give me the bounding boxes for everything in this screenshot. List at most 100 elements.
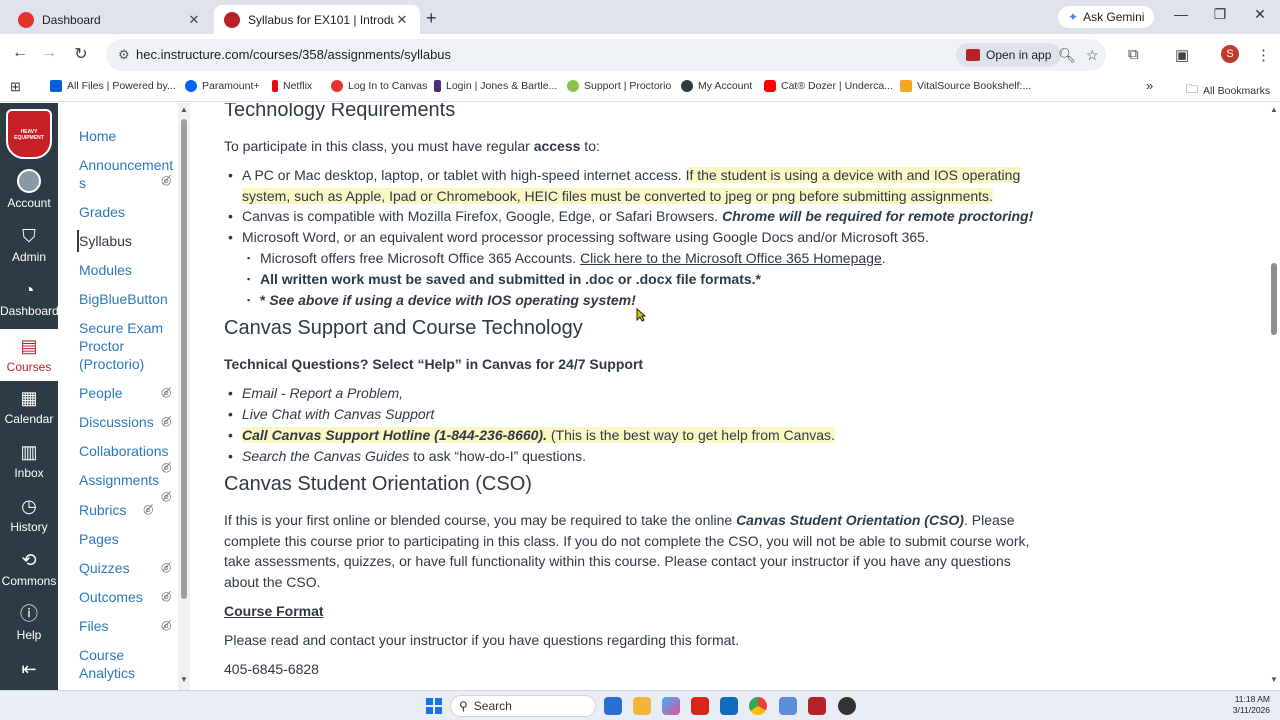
global-nav-courses[interactable]: ▤ Courses: [0, 329, 58, 381]
open-in-app-button[interactable]: Open in app: [956, 43, 1062, 67]
netflix-icon: [272, 80, 278, 92]
help-icon: ⓘ: [20, 604, 38, 624]
tab-title: Dashboard: [42, 12, 101, 27]
close-tab-icon[interactable]: ✕: [186, 12, 202, 28]
address-bar[interactable]: ⚙ hec.instructure.com/courses/358/assign…: [106, 39, 1106, 71]
bookmark-item[interactable]: All Files | Powered by...: [50, 80, 176, 92]
close-tab-icon[interactable]: ✕: [394, 12, 410, 28]
course-nav-bigbluebutton[interactable]: BigBlueButton: [79, 290, 175, 308]
close-window-icon[interactable]: ✕: [1245, 6, 1275, 23]
scroll-down-icon[interactable]: ▼: [1270, 675, 1278, 684]
windows-start-icon[interactable]: [426, 698, 442, 714]
windows-taskbar: ⚲ Search 11:18 AM 3/11/2026: [0, 690, 1280, 720]
tech-intro: To participate in this class, you must h…: [224, 138, 600, 154]
all-bookmarks-button[interactable]: 🗀 All Bookmarks: [1186, 80, 1270, 101]
course-nav-pages[interactable]: Pages: [79, 530, 175, 548]
global-nav-dashboard[interactable]: ◔ Dashboard: [0, 279, 59, 318]
support-question: Technical Questions? Select “Help” in Ca…: [224, 356, 644, 372]
bookmark-item[interactable]: My Account: [681, 80, 752, 92]
file-explorer-icon[interactable]: [633, 697, 651, 715]
system-clock[interactable]: 11:18 AM 3/11/2026: [1222, 694, 1270, 716]
course-nav-rubrics[interactable]: Rubrics: [79, 501, 175, 519]
course-nav-syllabus[interactable]: Syllabus: [79, 232, 175, 250]
global-nav-help[interactable]: ⓘ Help: [0, 603, 58, 642]
browser-tab-strip: Dashboard ✕ Syllabus for EX101 | Introdu…: [0, 0, 1280, 34]
course-nav-scrollbar[interactable]: ▲ ▼: [178, 103, 190, 690]
bookmark-item[interactable]: Support | Proctorio: [567, 80, 671, 92]
course-nav-home[interactable]: Home: [79, 127, 175, 145]
copilot-icon[interactable]: [662, 697, 680, 715]
chrome-icon[interactable]: [749, 697, 767, 715]
bookmark-item[interactable]: Paramount+: [185, 80, 260, 92]
ask-gemini-button[interactable]: ✦ Ask Gemini: [1058, 6, 1155, 28]
global-nav-account[interactable]: Account: [0, 169, 58, 210]
minimize-icon[interactable]: —: [1166, 6, 1196, 22]
apps-grid-icon[interactable]: ⊞: [10, 79, 21, 95]
youtube-icon: [764, 80, 776, 92]
bookmark-item[interactable]: Cat® Dozer | Underca...: [764, 80, 893, 92]
bookmark-item[interactable]: Log In to Canvas: [331, 80, 427, 92]
hidden-eye-icon: ◎̸: [161, 560, 172, 574]
media-icon[interactable]: ▣: [1175, 46, 1189, 64]
course-nav-assignments[interactable]: Assignments: [79, 471, 175, 489]
menu-kebab-icon[interactable]: ⋮: [1256, 46, 1271, 64]
more-bookmarks-icon[interactable]: »: [1146, 78, 1153, 93]
hidden-eye-icon: ◎̸: [161, 385, 172, 399]
hidden-eye-icon: ◎̸: [161, 618, 172, 632]
recorder-icon[interactable]: [838, 697, 856, 715]
taskbar-app-icon[interactable]: [604, 697, 622, 715]
global-nav-inbox[interactable]: ▥ Inbox: [0, 441, 58, 480]
list-item: Call Canvas Support Hotline (1-844-236-8…: [228, 425, 1042, 446]
course-nav-collaborations[interactable]: Collaborations: [79, 442, 175, 460]
restore-icon[interactable]: ❐: [1205, 6, 1235, 23]
back-icon[interactable]: ←: [8, 44, 32, 62]
course-nav-proctorio[interactable]: Secure Exam Proctor (Proctorio): [79, 319, 175, 373]
open-in-app-label: Open in app: [986, 48, 1052, 62]
global-nav-history[interactable]: ◷ History: [0, 495, 58, 534]
reload-icon[interactable]: ↻: [69, 44, 93, 64]
scroll-thumb[interactable]: [181, 119, 187, 599]
scroll-down-icon[interactable]: ▼: [180, 675, 188, 684]
bookmark-star-icon[interactable]: ☆: [1086, 47, 1099, 64]
new-tab-icon[interactable]: +: [426, 8, 437, 29]
global-nav-commons[interactable]: ⟲ Commons: [0, 549, 58, 588]
course-nav-course-analytics[interactable]: Course Analytics: [79, 646, 175, 682]
taskbar-search[interactable]: ⚲ Search: [450, 695, 596, 717]
bookmark-item[interactable]: Netflix: [272, 80, 312, 92]
course-format-heading: Course Format: [224, 603, 324, 619]
bookmark-item[interactable]: Login | Jones & Bartle...: [434, 80, 557, 92]
course-nav-grades[interactable]: Grades: [79, 203, 175, 221]
bookmark-item[interactable]: VitalSource Bookshelf:...: [900, 80, 1031, 92]
forward-icon[interactable]: →: [37, 44, 61, 62]
list-item: A PC or Mac desktop, laptop, or tablet w…: [228, 165, 1032, 206]
scroll-up-icon[interactable]: ▲: [1270, 105, 1278, 114]
tab-syllabus[interactable]: Syllabus for EX101 | Introduction to ✕: [214, 5, 420, 34]
list-item: * See above if using a device with IOS o…: [247, 290, 1060, 311]
phone-number: 405-6845-6828: [224, 661, 319, 677]
extensions-icon[interactable]: ⧉: [1128, 46, 1139, 63]
list-item: Email - Report a Problem,: [228, 383, 1042, 404]
profile-avatar[interactable]: S: [1221, 45, 1239, 63]
mouse-cursor-icon: [636, 308, 646, 322]
hec-app-icon[interactable]: [808, 697, 826, 715]
course-nav-modules[interactable]: Modules: [79, 261, 175, 279]
scroll-up-icon[interactable]: ▲: [180, 105, 188, 114]
global-nav-calendar[interactable]: ▦ Calendar: [0, 387, 58, 426]
snipping-tool-icon[interactable]: [779, 697, 797, 715]
canvas-favicon-icon: [18, 11, 34, 28]
collapse-nav-icon[interactable]: ⇤: [0, 659, 58, 680]
zoom-icon[interactable]: 🔍︎: [1058, 47, 1076, 64]
page-scrollbar[interactable]: ▲ ▼: [1268, 103, 1280, 690]
office365-link[interactable]: Click here to the Microsoft Office 365 H…: [580, 250, 882, 266]
acrobat-icon[interactable]: [691, 697, 709, 715]
inbox-icon: ▥: [20, 442, 38, 462]
book-icon: ▤: [20, 336, 38, 356]
institution-logo[interactable]: HEAVY EQUIPMENT: [6, 109, 52, 159]
clock-time: 11:18 AM: [1234, 694, 1270, 704]
site-info-icon[interactable]: ⚙: [118, 47, 130, 63]
outlook-icon[interactable]: [720, 697, 738, 715]
global-nav-admin[interactable]: ⛉ Admin: [0, 225, 58, 264]
list-item: Canvas is compatible with Mozilla Firefo…: [228, 206, 1042, 227]
tab-dashboard[interactable]: Dashboard ✕: [8, 5, 212, 34]
scroll-thumb[interactable]: [1271, 263, 1277, 335]
